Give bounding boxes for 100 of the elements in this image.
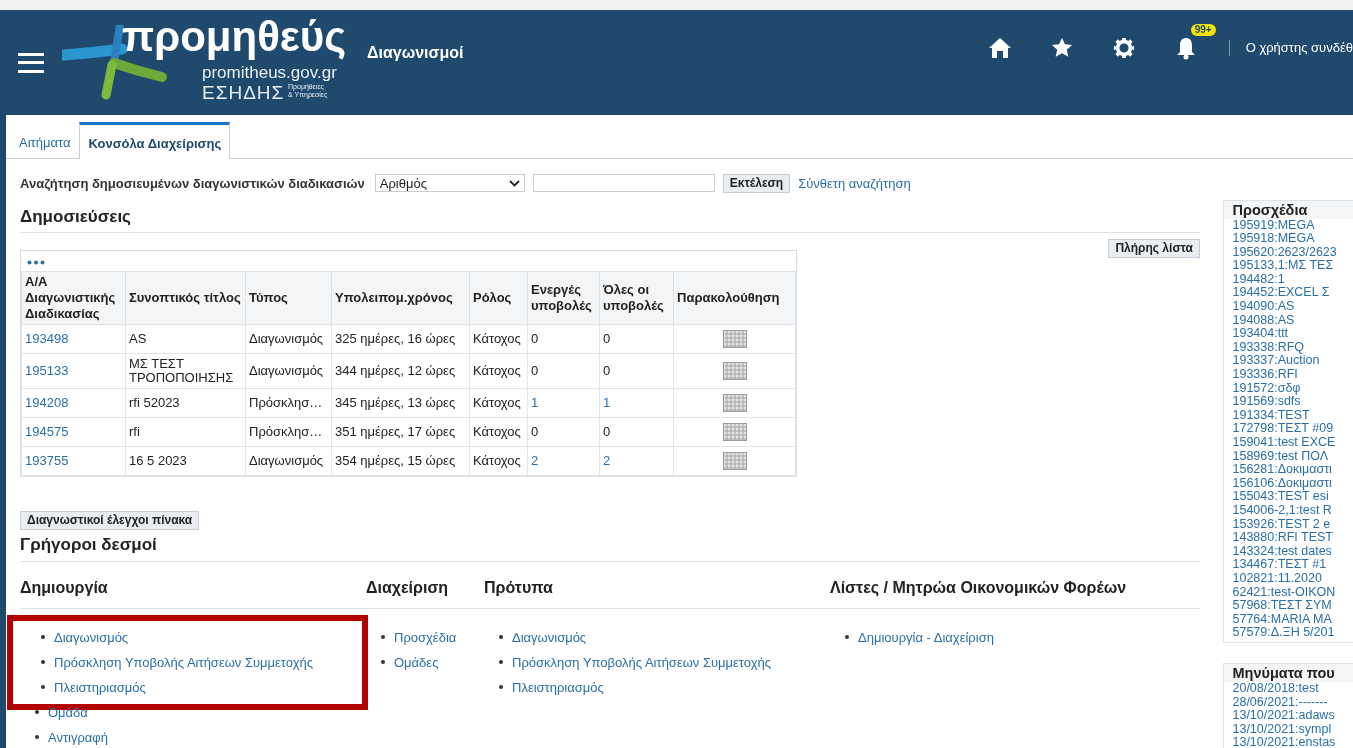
quick-link[interactable]: Ομάδες [394,652,439,673]
message-link[interactable]: 13/10/2021:sympl [1232,722,1353,737]
home-icon[interactable] [987,36,1012,59]
table-cell: Πρόσκλησ… [245,417,332,447]
draft-link[interactable]: 194452:EXCEL Σ [1232,286,1353,301]
draft-link[interactable]: 194482:1 [1232,272,1353,287]
table-cell: Διαγωνισμός [245,446,332,476]
draft-link[interactable]: 143880:RFI TEST [1232,531,1353,545]
search-label: Αναζήτηση δημοσιευμένων διαγωνιστικών διαδικασιών [20,174,365,193]
draft-link[interactable]: 194088:AS [1232,313,1353,328]
draft-link[interactable]: 156281:Δοκιμαστι [1232,463,1353,477]
count-link[interactable]: 2 [531,453,539,469]
tab[interactable]: Κονσόλα Διαχείρισης [79,122,231,159]
column-header: Ρόλος [469,271,528,325]
message-link[interactable]: 13/10/2021:adaws [1232,709,1353,723]
draft-link[interactable]: 154006-2,1:test R [1232,503,1353,518]
draft-link[interactable]: 62421:test-OIKON [1232,585,1353,600]
count-link[interactable]: 2 [603,453,611,469]
quick-link[interactable]: Αντιγραφή [48,727,109,748]
advanced-search-link[interactable]: Σύνθετη αναζήτηση [798,173,911,193]
count-link[interactable]: 1 [531,395,539,411]
table-cell: AS [125,324,246,354]
quick-link[interactable]: Διαγωνισμός [54,627,129,648]
draft-link[interactable]: 193404:ttt [1232,327,1353,341]
table-cell: rfi 52023 [125,388,246,418]
table-cell: 344 ημέρες, 12 ώρες [331,353,470,389]
quick-link[interactable]: Διαγωνισμός [512,627,587,648]
star-icon[interactable] [1050,36,1073,59]
draft-link[interactable]: 134467:ΤΕΣΤ #1 [1232,558,1353,572]
bullet-icon [41,635,45,640]
count-text: 0 [531,424,539,440]
group-heading: Διαχείριση [366,577,450,598]
settings-icon[interactable] [1112,36,1135,59]
tab[interactable]: Αιτήματα [10,122,80,158]
draft-link[interactable]: 194090:AS [1232,300,1353,314]
table-cell: Διαγωνισμός [245,324,332,354]
message-link[interactable]: 28/06/2021:------- [1232,695,1353,710]
group-heading: Πρότυπα [484,577,554,598]
grid-icon[interactable] [722,362,747,381]
draft-link[interactable]: 57579:Δ.ΞΗ 5/201 [1232,626,1353,640]
message-link[interactable]: 13/10/2021:enstas [1232,736,1353,748]
draft-link[interactable]: 156106:Δοκιμαστι [1232,476,1353,491]
procedure-id-link[interactable]: 195133 [25,363,69,379]
quick-link[interactable]: Πλειστηριασμός [54,677,146,698]
bullet-icon [381,635,385,640]
draft-link[interactable]: 191334:TEST [1232,408,1353,423]
draft-link[interactable]: 102821:11.2020 [1232,571,1353,586]
search-field[interactable] [532,174,715,193]
table-diagnostics-button[interactable]: Διαγνωστικοί έλεγχοι πίνακα [20,511,200,531]
draft-link[interactable]: 57968:ΤΕΣΤ ΣΥΜ [1232,599,1353,613]
message-link[interactable]: 20/08/2018:test [1232,681,1353,696]
grid-icon[interactable] [722,452,747,471]
draft-link[interactable]: 143324:test dates [1232,544,1353,559]
panel-title: Προσχέδια [1224,200,1353,219]
draft-link[interactable]: 191569:sdfs [1232,395,1353,409]
quick-link[interactable]: Πρόσκληση Υποβολής Αιτήσεων Συμμετοχής [512,652,771,673]
table-cell: Κάτοχος [469,388,528,418]
panel-title: Μηνύματα που [1224,663,1353,682]
bullet-icon [35,710,39,715]
quick-link[interactable]: Δημιουργία - Διαχείριση [858,627,994,648]
column-header: Υπολειπομ.χρόνος [331,271,470,325]
table-cell: 351 ημέρες, 17 ώρες [331,417,470,447]
column-header: Παρακολούθηση [673,271,796,325]
execute-button[interactable]: Εκτέλεση [722,173,791,193]
draft-link[interactable]: 191572:σδφ [1232,381,1353,396]
draft-link[interactable]: 195620:2623/2623 [1232,245,1353,260]
draft-link[interactable]: 172798:ΤΕΣΤ #09 [1232,422,1353,436]
count-text: 0 [603,331,611,347]
draft-link[interactable]: 193336:RFI [1232,368,1353,382]
menu-icon[interactable] [18,52,44,73]
draft-link[interactable]: 57764:MARIA MA [1232,612,1353,627]
full-list-button[interactable]: Πλήρης λίστα [1108,239,1200,259]
draft-link[interactable]: 195918:MEGA [1232,232,1353,246]
section-title: Γρήγοροι δεσμοί [20,535,1200,562]
draft-link[interactable]: 158969:test ΠΟΛ [1232,449,1353,464]
grid-icon[interactable] [722,423,747,442]
draft-link[interactable]: 193337:Auction [1232,354,1353,369]
table-cell: Διαγωνισμός [245,353,332,389]
draft-link[interactable]: 193338:RFQ [1232,340,1353,355]
draft-link[interactable]: 159041:test EXCE [1232,436,1353,450]
grid-icon[interactable] [722,330,747,349]
count-link[interactable]: 1 [603,395,611,411]
bullet-icon [499,635,503,640]
caret-icon[interactable] [508,179,520,187]
draft-link[interactable]: 153926:TEST 2 e [1232,517,1353,532]
draft-link[interactable]: 195919:MEGA [1232,218,1353,233]
bullet-icon [499,685,503,690]
bullet-icon [381,660,385,665]
table-cell: 325 ημέρες, 16 ώρες [331,324,470,354]
more-icon[interactable] [27,260,45,266]
quick-link[interactable]: Πρόσκληση Υποβολής Αιτήσεων Συμμετοχής [54,652,313,673]
grid-icon[interactable] [722,394,747,413]
quick-link[interactable]: Πλειστηριασμός [512,677,604,698]
search-type-dropdown[interactable]: Αριθμός [374,174,525,193]
column-header: Τύπος [245,271,332,325]
draft-link[interactable]: 195133,1:ΜΣ ΤΕΣ [1232,259,1353,273]
draft-link[interactable]: 155043:TEST esi [1232,490,1353,504]
bullet-icon [35,735,39,740]
quick-link[interactable]: Προσχέδια [394,627,457,648]
section-title: Δημοσιεύσεις [20,207,1200,234]
